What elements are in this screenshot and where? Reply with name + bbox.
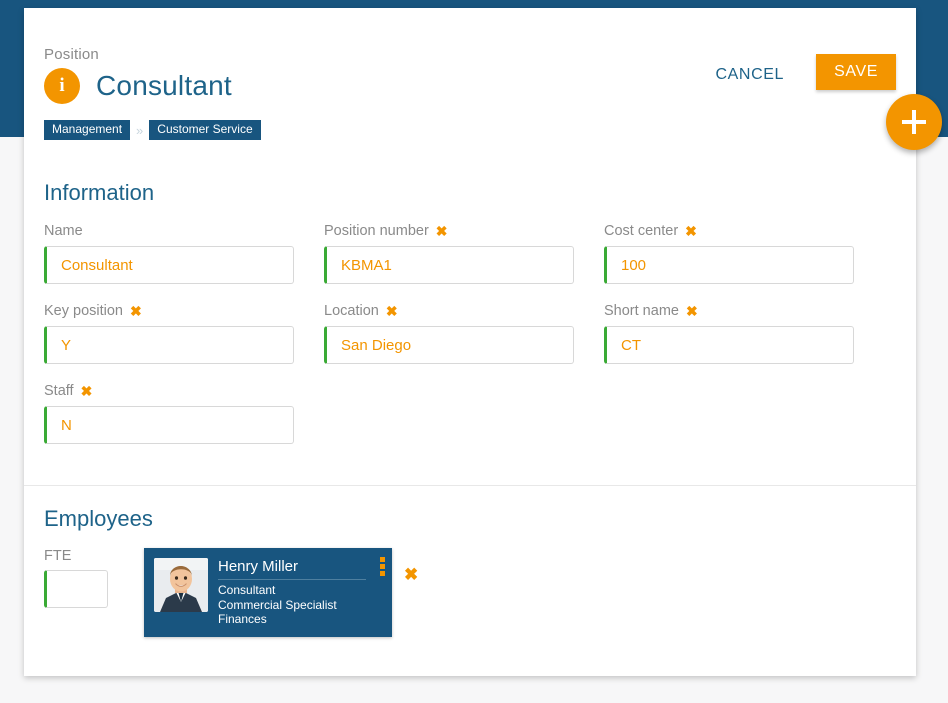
breadcrumb: Management » Customer Service <box>44 120 261 140</box>
fte-label: FTE <box>44 548 72 564</box>
field-label-text: Key position <box>44 303 123 319</box>
location-input[interactable] <box>324 326 574 364</box>
page-title: Consultant <box>96 70 232 101</box>
field-short-name: Short name ✖ <box>604 302 854 364</box>
field-label-staff: Staff ✖ <box>44 382 294 400</box>
field-label-text: Short name <box>604 303 679 319</box>
breadcrumb-separator-icon: » <box>136 122 144 138</box>
information-heading: Information <box>44 180 155 205</box>
required-marker-icon: ✖ <box>130 303 142 319</box>
cost-center-input[interactable] <box>604 246 854 284</box>
breadcrumb-item-customer-service[interactable]: Customer Service <box>149 120 261 140</box>
field-cost-center: Cost center ✖ <box>604 222 854 284</box>
cancel-button[interactable]: CANCEL <box>711 60 788 90</box>
vertical-dots-icon[interactable] <box>380 557 385 578</box>
required-marker-icon: ✖ <box>80 383 93 399</box>
employee-name: Henry Miller <box>218 558 366 580</box>
page-title-row: i Consultant <box>44 68 232 104</box>
field-location: Location ✖ <box>324 302 574 364</box>
staff-input[interactable] <box>44 406 294 444</box>
employee-department: Commercial Specialist <box>218 597 337 612</box>
field-label-name: Name <box>44 222 294 240</box>
name-input[interactable] <box>44 246 294 284</box>
page-header: Position i Consultant Management » Custo… <box>24 8 916 140</box>
field-label-short-name: Short name ✖ <box>604 302 854 320</box>
page-eyebrow-label: Position <box>44 46 99 63</box>
field-label-key-position: Key position ✖ <box>44 302 294 320</box>
employees-section: Employees FTE Henry Miller Consultant Co… <box>44 506 896 637</box>
short-name-input[interactable] <box>604 326 854 364</box>
field-label-position-number: Position number ✖ <box>324 222 574 240</box>
plus-icon <box>912 110 916 134</box>
field-key-position: Key position ✖ <box>44 302 294 364</box>
avatar-photo <box>154 558 208 612</box>
field-label-text: Name <box>44 223 83 239</box>
field-position-number: Position number ✖ <box>324 222 574 284</box>
field-name: Name <box>44 222 294 284</box>
field-label-cost-center: Cost center ✖ <box>604 222 854 240</box>
breadcrumb-item-management[interactable]: Management <box>44 120 131 140</box>
key-position-input[interactable] <box>44 326 294 364</box>
field-staff: Staff ✖ <box>44 382 294 444</box>
dot <box>380 557 385 562</box>
field-label-location: Location ✖ <box>324 302 574 320</box>
employees-heading: Employees <box>44 506 153 531</box>
employees-row: FTE Henry Miller Consultant Commercial S… <box>44 548 896 637</box>
field-label-text: Staff <box>44 383 74 399</box>
save-button[interactable]: SAVE <box>816 54 896 90</box>
field-label-text: Position number <box>324 223 429 239</box>
position-detail-card: Position i Consultant Management » Custo… <box>24 8 916 676</box>
dot <box>380 564 385 569</box>
field-label-text: Location <box>324 303 379 319</box>
add-button[interactable] <box>886 94 942 150</box>
employee-info: Henry Miller Consultant Commercial Speci… <box>218 558 382 627</box>
employee-unit: Finances <box>218 612 267 626</box>
dot <box>380 571 385 576</box>
info-icon: i <box>44 68 80 104</box>
required-marker-icon: ✖ <box>685 303 698 319</box>
required-marker-icon: ✖ <box>385 303 398 319</box>
required-marker-icon: ✖ <box>685 223 697 239</box>
fte-block: FTE <box>44 548 122 608</box>
employee-card[interactable]: Henry Miller Consultant Commercial Speci… <box>144 548 392 637</box>
fte-input[interactable] <box>44 570 108 608</box>
required-marker-icon: ✖ <box>435 223 448 239</box>
employee-role: Consultant <box>218 583 276 597</box>
field-label-text: Cost center <box>604 223 679 239</box>
section-divider <box>24 485 916 486</box>
remove-employee-button[interactable]: ✖ <box>404 566 418 583</box>
information-section: Information Name Position number ✖ Cost … <box>44 180 896 462</box>
position-number-input[interactable] <box>324 246 574 284</box>
avatar <box>154 558 208 612</box>
information-field-grid: Name Position number ✖ Cost center ✖ <box>44 222 896 462</box>
